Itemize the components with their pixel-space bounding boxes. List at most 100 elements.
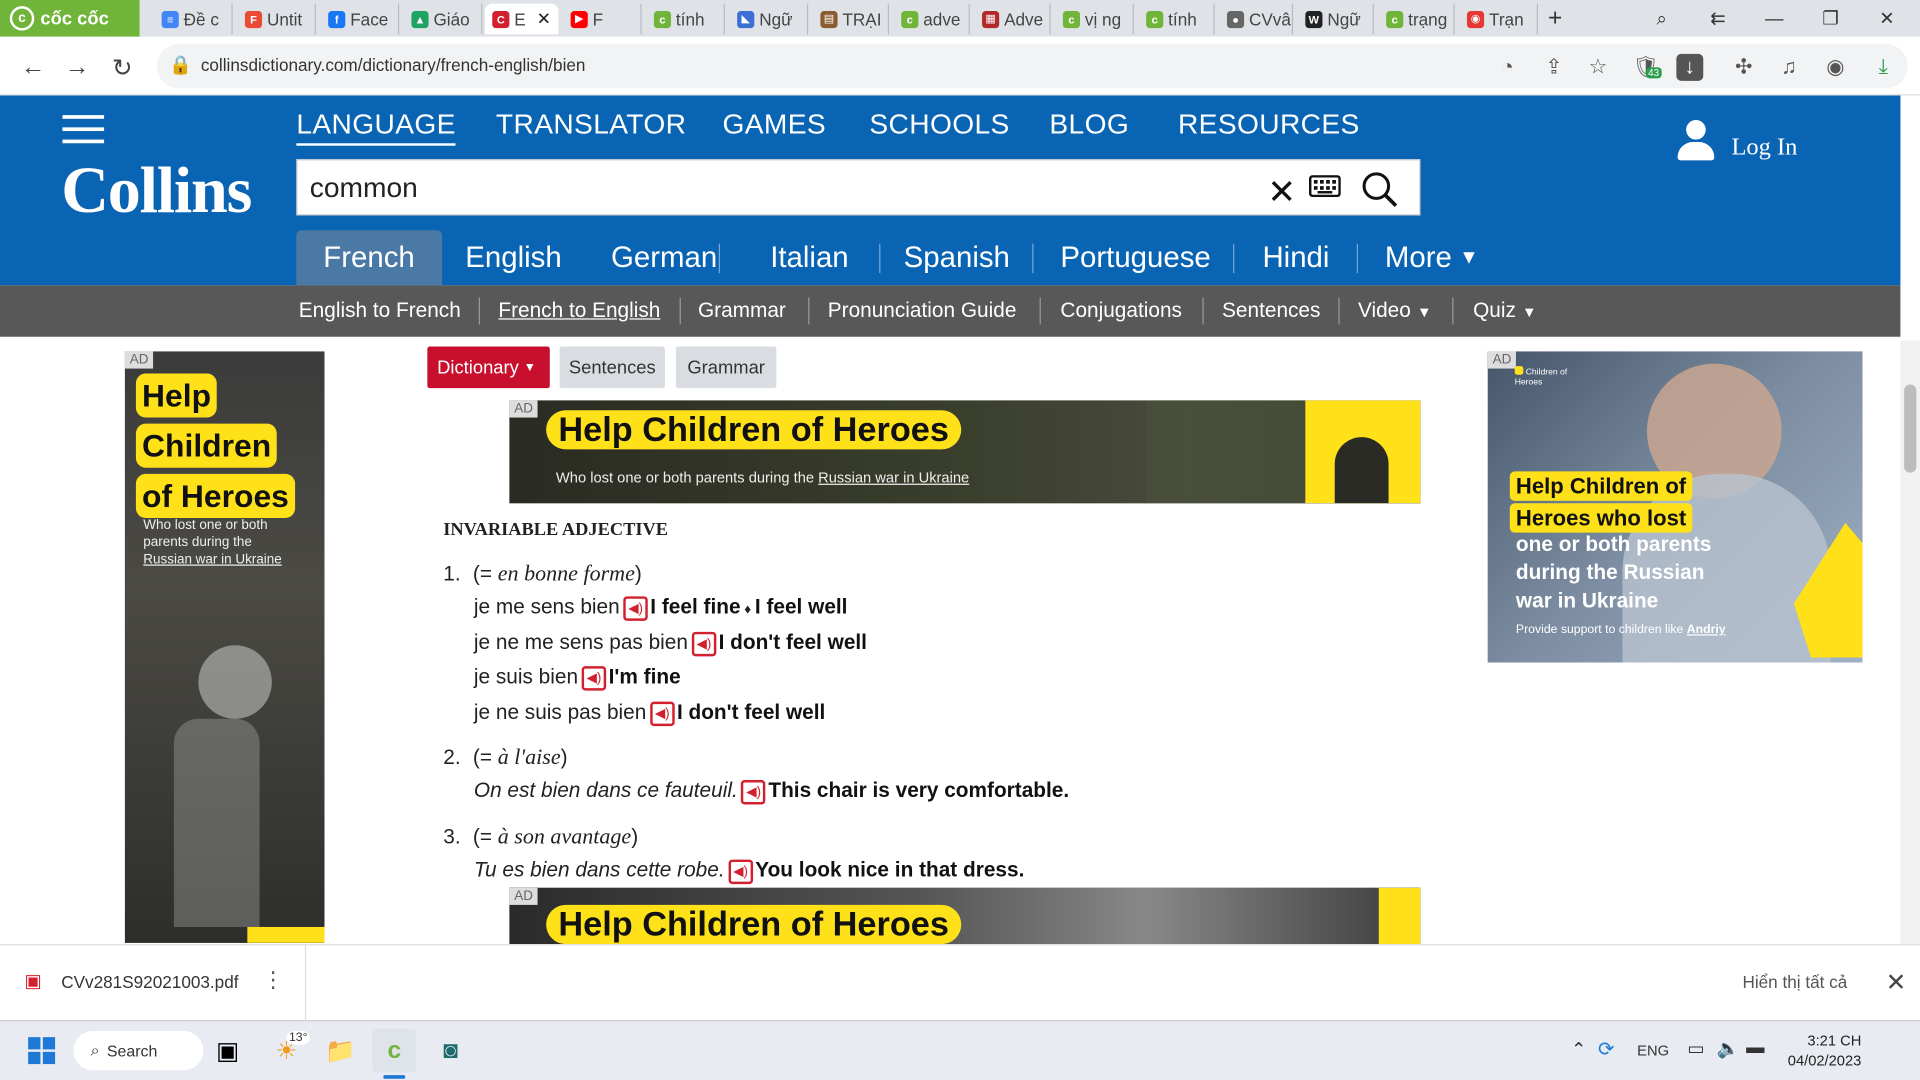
topnav-blog[interactable]: BLOG <box>1049 108 1129 141</box>
downloads-icon[interactable]: ⤓ <box>1870 54 1897 81</box>
browser-tab[interactable]: F Untit <box>238 3 316 35</box>
sidebar-toggle-icon[interactable]: ⇇ <box>1690 0 1746 37</box>
network-icon[interactable]: ▭ <box>1687 1037 1704 1059</box>
top-banner-ad[interactable]: AD Help Children of Heroes Who lost one … <box>509 400 1421 504</box>
topnav-schools[interactable]: SCHOOLS <box>869 108 1009 141</box>
browser-tab[interactable]: ● CVvâ <box>1220 3 1294 35</box>
show-all-downloads[interactable]: Hiển thị tất cả <box>1742 972 1847 992</box>
extension-icon[interactable]: 🛡 43 <box>1632 54 1662 81</box>
app-taskbar-icon[interactable]: ◙ <box>429 1029 473 1073</box>
sentences-pill[interactable]: Sentences <box>559 346 665 389</box>
share-icon[interactable]: ⇪ <box>1540 54 1567 81</box>
subnav-conjugations[interactable]: Conjugations <box>1060 299 1182 323</box>
taskbar-search[interactable]: ⌕ Search <box>73 1031 204 1071</box>
media-control-icon[interactable]: ♫ <box>1776 54 1803 81</box>
url-text[interactable]: collinsdictionary.com/dictionary/french-… <box>201 55 586 75</box>
close-download-bar-icon[interactable]: ✕ <box>1886 967 1907 998</box>
file-explorer-icon[interactable]: 📁 <box>318 1029 362 1073</box>
search-input[interactable] <box>309 170 1241 205</box>
browser-tab[interactable]: ≡ Đề c <box>154 3 233 35</box>
browser-tab[interactable]: W Ngữ <box>1298 3 1374 35</box>
speed-dial-icon[interactable]: ◔ <box>1494 54 1521 81</box>
login-link[interactable]: Log In <box>1677 120 1797 162</box>
download-video-icon[interactable]: ↓ <box>1676 53 1704 81</box>
back-icon[interactable]: ← <box>17 51 49 83</box>
forward-icon[interactable]: → <box>61 51 93 83</box>
browser-tab[interactable]: ▤ TRẠI <box>813 3 889 35</box>
browser-tab[interactable]: ▦ Adve <box>975 3 1051 35</box>
close-window-icon[interactable]: ✕ <box>1859 0 1915 37</box>
browser-tab[interactable]: c adve <box>894 3 970 35</box>
pronunciation-speaker-icon[interactable]: ◀) <box>649 701 675 726</box>
browser-tab[interactable]: ◣ Ngữ <box>730 3 809 35</box>
clear-search-icon[interactable]: ✕ <box>1267 171 1296 211</box>
topnav-games[interactable]: GAMES <box>722 108 826 141</box>
pronunciation-speaker-icon[interactable]: ◀) <box>623 595 648 621</box>
browser-tab[interactable]: c trạng <box>1379 3 1455 35</box>
collins-logo[interactable]: Collins <box>61 152 252 228</box>
browser-tab[interactable]: c tính <box>647 3 725 35</box>
bottom-banner-ad[interactable]: AD Help Children of Heroes <box>509 887 1421 945</box>
search-icon[interactable] <box>1360 170 1399 209</box>
coccoc-taskbar-icon[interactable]: c <box>372 1028 417 1073</box>
pronunciation-speaker-icon[interactable]: ◀) <box>728 859 753 884</box>
browser-tab[interactable]: c tính <box>1139 3 1215 35</box>
lang-tab-italian[interactable]: Italian <box>743 230 875 285</box>
download-item[interactable]: ▣ CVv281S92021003.pdf ⋮ <box>0 945 307 1021</box>
left-ad[interactable]: AD Help Children of Heroes Who lost one … <box>124 351 325 943</box>
restore-icon[interactable]: ❐ <box>1802 0 1858 37</box>
subnav-english-to-french[interactable]: English to French <box>299 299 461 323</box>
weather-icon[interactable]: ☀ 13° <box>264 1029 310 1073</box>
topnav-translator[interactable]: TRANSLATOR <box>496 108 686 141</box>
browser-tab[interactable]: ▶ F <box>563 3 642 35</box>
close-tab-icon[interactable]: ✕ <box>537 9 551 30</box>
dictionary-pill[interactable]: Dictionary ▼ <box>427 346 550 389</box>
subnav-grammar[interactable]: Grammar <box>698 299 786 323</box>
tab-search-icon[interactable]: ⌕ <box>1633 0 1689 37</box>
browser-tab[interactable]: f Face <box>321 3 400 35</box>
sync-icon[interactable]: ⟳ <box>1598 1037 1614 1061</box>
tray-chevron-icon[interactable]: ⌃ <box>1571 1038 1586 1061</box>
new-tab-icon[interactable]: + <box>1538 0 1572 37</box>
pronunciation-speaker-icon[interactable]: ◀) <box>741 779 766 804</box>
right-ad[interactable]: AD Children of Heroes Help Children of H… <box>1487 351 1863 663</box>
pronunciation-speaker-icon[interactable]: ◀) <box>581 665 607 691</box>
browser-tab[interactable]: ◉ Trạn <box>1460 3 1538 35</box>
scrollbar-thumb[interactable] <box>1904 384 1917 473</box>
lang-tab-french[interactable]: French <box>296 230 442 286</box>
topnav-resources[interactable]: RESOURCES <box>1178 108 1360 141</box>
bookmark-star-icon[interactable]: ☆ <box>1585 54 1612 81</box>
browser-tab[interactable]: ▲ Giáo <box>404 3 483 35</box>
download-more-icon[interactable]: ⋮ <box>262 967 284 993</box>
lang-tab-english[interactable]: English <box>438 230 588 285</box>
keyboard-icon[interactable] <box>1308 175 1341 198</box>
lang-tab-more[interactable]: More ▼ <box>1358 230 1506 285</box>
topnav-language[interactable]: LANGUAGE <box>296 108 456 146</box>
subnav-pronunciation-guide[interactable]: Pronunciation Guide <box>828 299 1017 323</box>
address-bar[interactable]: 🔒 collinsdictionary.com/dictionary/frenc… <box>156 44 1908 89</box>
volume-icon[interactable]: 🔈 <box>1717 1037 1740 1059</box>
battery-icon[interactable]: ▬ <box>1746 1037 1764 1058</box>
lang-tab-german[interactable]: German <box>584 230 744 285</box>
clock[interactable]: 3:21 CH 04/02/2023 <box>1788 1031 1862 1070</box>
hamburger-menu-icon[interactable] <box>62 115 105 144</box>
pronunciation-speaker-icon[interactable]: ◀) <box>691 631 717 656</box>
browser-tab[interactable]: C E ✕ <box>484 3 559 35</box>
subnav-quiz[interactable]: Quiz ▼ <box>1473 299 1537 323</box>
browser-tab[interactable]: c vị ng <box>1056 3 1134 35</box>
subnav-french-to-english[interactable]: French to English <box>498 299 660 323</box>
lang-tab-spanish[interactable]: Spanish <box>877 230 1037 285</box>
subnav-video[interactable]: Video ▼ <box>1358 299 1432 323</box>
grammar-pill[interactable]: Grammar <box>675 346 777 389</box>
lang-tab-portuguese[interactable]: Portuguese <box>1033 230 1237 285</box>
minimize-icon[interactable]: — <box>1746 0 1802 37</box>
profile-icon[interactable]: ◉ <box>1822 54 1849 81</box>
puzzle-extensions-icon[interactable]: ✣ <box>1730 54 1757 81</box>
reload-icon[interactable]: ↻ <box>107 51 139 83</box>
task-view-icon[interactable]: ▣ <box>206 1029 250 1073</box>
subnav-sentences[interactable]: Sentences <box>1222 299 1320 323</box>
coccoc-brand[interactable]: c cốc cốc <box>0 0 140 37</box>
lang-tab-hindi[interactable]: Hindi <box>1236 230 1357 285</box>
windows-start-icon[interactable] <box>20 1029 64 1073</box>
input-language[interactable]: ENG <box>1637 1042 1669 1059</box>
